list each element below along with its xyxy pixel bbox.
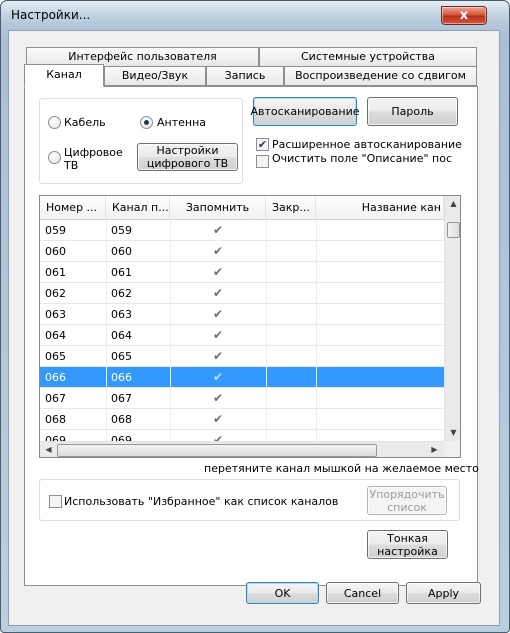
column-lock[interactable]: Закр... <box>266 196 316 220</box>
tab-recording[interactable]: Запись <box>206 66 284 86</box>
channel-row[interactable]: 063 063 ✔ <box>40 304 444 325</box>
checkmark-icon[interactable]: ✔ <box>170 388 266 409</box>
channel-row[interactable]: 064 064 ✔ <box>40 325 444 346</box>
vertical-scroll-thumb[interactable] <box>447 222 460 238</box>
channel-row[interactable]: 062 062 ✔ <box>40 283 444 304</box>
vertical-scrollbar[interactable]: ▲ ▼ <box>444 196 460 442</box>
channel-row[interactable]: 065 065 ✔ <box>40 346 444 367</box>
checkmark-icon[interactable]: ✔ <box>170 325 266 346</box>
checkmark-icon[interactable]: ✔ <box>170 346 266 367</box>
drag-hint: перетяните канал мышкой на желаемое мест… <box>204 462 479 475</box>
arrow-down-icon[interactable]: ▼ <box>445 428 460 437</box>
channel-row[interactable]: 061 061 ✔ <box>40 262 444 283</box>
digital-tv-settings-line1: Настройки <box>156 144 219 157</box>
fine-tune-line2: настройка <box>377 544 438 558</box>
channel-list-header: Номер ... Канал п... Запомнить Закр... Н… <box>40 196 444 220</box>
channel-list[interactable]: Номер ... Канал п... Запомнить Закр... Н… <box>39 195 461 458</box>
clear-description-checkbox[interactable] <box>256 155 269 168</box>
checkmark-icon[interactable]: ✔ <box>170 304 266 325</box>
sort-list-line1: Упорядочить <box>369 487 445 501</box>
horizontal-scrollbar[interactable]: ◀ ▶ <box>40 441 444 457</box>
channel-physical: 066 <box>111 371 132 384</box>
clear-description-label: Очистить поле "Описание" после <box>272 152 452 165</box>
arrow-left-icon[interactable]: ◀ <box>40 445 57 454</box>
tab-timeshift[interactable]: Воспроизведение со сдвигом <box>284 66 477 86</box>
column-divider <box>316 220 317 442</box>
checkmark-icon[interactable]: ✔ <box>170 220 266 241</box>
antenna-label: Антенна <box>157 116 207 129</box>
checkmark-icon: ✔ <box>257 138 268 151</box>
digital-tv-label-line2: ТВ <box>64 159 79 172</box>
window-title: Настройки... <box>11 8 91 22</box>
scroll-corner <box>444 441 460 457</box>
channel-row[interactable]: 059 059 ✔ <box>40 220 444 241</box>
channel-number: 064 <box>45 329 66 342</box>
channel-row[interactable]: 066 066 ✔ <box>40 367 444 388</box>
channel-physical: 062 <box>111 287 132 300</box>
horizontal-scroll-thumb[interactable] <box>57 444 377 457</box>
channel-row[interactable]: 068 068 ✔ <box>40 409 444 430</box>
digital-tv-settings-button[interactable]: Настройки цифрового ТВ <box>137 143 238 171</box>
channel-number: 067 <box>45 392 66 405</box>
column-channel-name[interactable]: Название кан <box>316 196 444 220</box>
checkmark-icon[interactable]: ✔ <box>170 409 266 430</box>
sort-list-line2: список <box>387 500 427 514</box>
channel-number: 063 <box>45 308 66 321</box>
channel-number: 065 <box>45 350 66 363</box>
channel-physical: 067 <box>111 392 132 405</box>
column-number[interactable]: Номер ... <box>40 196 106 220</box>
channel-number: 068 <box>45 413 66 426</box>
extended-autoscan-label: Расширенное автосканирование <box>272 138 462 151</box>
channel-number: 060 <box>45 245 66 258</box>
tab-video-audio[interactable]: Видео/Звук <box>104 66 206 86</box>
digital-tv-settings-line2: цифрового ТВ <box>146 157 229 170</box>
fine-tune-line1: Тонкая <box>387 531 428 545</box>
channel-number: 066 <box>45 371 66 384</box>
favorites-label: Использовать "Избранное" как список кана… <box>64 495 339 508</box>
arrow-up-icon[interactable]: ▲ <box>445 199 460 208</box>
antenna-radio[interactable] <box>140 116 153 129</box>
close-button[interactable]: x <box>441 6 487 25</box>
column-divider <box>170 220 171 442</box>
extended-autoscan-checkbox[interactable]: ✔ <box>256 138 269 151</box>
cancel-button[interactable]: Cancel <box>326 582 399 604</box>
channel-physical: 059 <box>111 224 132 237</box>
autoscan-button[interactable]: Автосканирование <box>251 97 359 126</box>
checkmark-icon[interactable]: ✔ <box>170 367 266 388</box>
channel-row[interactable]: 067 067 ✔ <box>40 388 444 409</box>
password-button[interactable]: Пароль <box>367 97 458 126</box>
column-channel[interactable]: Канал п... <box>106 196 170 220</box>
channel-physical: 068 <box>111 413 132 426</box>
cable-radio[interactable] <box>48 116 61 129</box>
tab-system-devices[interactable]: Системные устройства <box>259 47 477 67</box>
sort-list-button[interactable]: Упорядочить список <box>367 486 447 515</box>
ok-button[interactable]: OK <box>246 582 319 604</box>
channel-physical: 060 <box>111 245 132 258</box>
cable-label: Кабель <box>64 116 106 129</box>
checkmark-icon[interactable]: ✔ <box>170 241 266 262</box>
channel-physical: 063 <box>111 308 132 321</box>
column-divider <box>106 220 107 442</box>
channel-row[interactable]: 060 060 ✔ <box>40 241 444 262</box>
digital-tv-label-line1: Цифровое <box>64 146 123 159</box>
favorites-checkbox[interactable] <box>49 495 62 508</box>
channel-physical: 061 <box>111 266 132 279</box>
checkmark-icon[interactable]: ✔ <box>170 262 266 283</box>
channel-physical: 064 <box>111 329 132 342</box>
column-divider <box>266 220 267 442</box>
channel-number: 061 <box>45 266 66 279</box>
channel-number: 059 <box>45 224 66 237</box>
apply-button[interactable]: Apply <box>406 582 481 604</box>
channel-number: 062 <box>45 287 66 300</box>
column-remember[interactable]: Запомнить <box>170 196 266 220</box>
fine-tune-button[interactable]: Тонкая настройка <box>367 530 448 559</box>
tab-channel[interactable]: Канал <box>24 64 104 87</box>
channel-physical: 065 <box>111 350 132 363</box>
arrow-right-icon[interactable]: ▶ <box>426 445 443 454</box>
digital-tv-radio[interactable] <box>48 151 61 164</box>
title-bar[interactable]: Настройки... x <box>1 1 509 29</box>
checkmark-icon[interactable]: ✔ <box>170 283 266 304</box>
